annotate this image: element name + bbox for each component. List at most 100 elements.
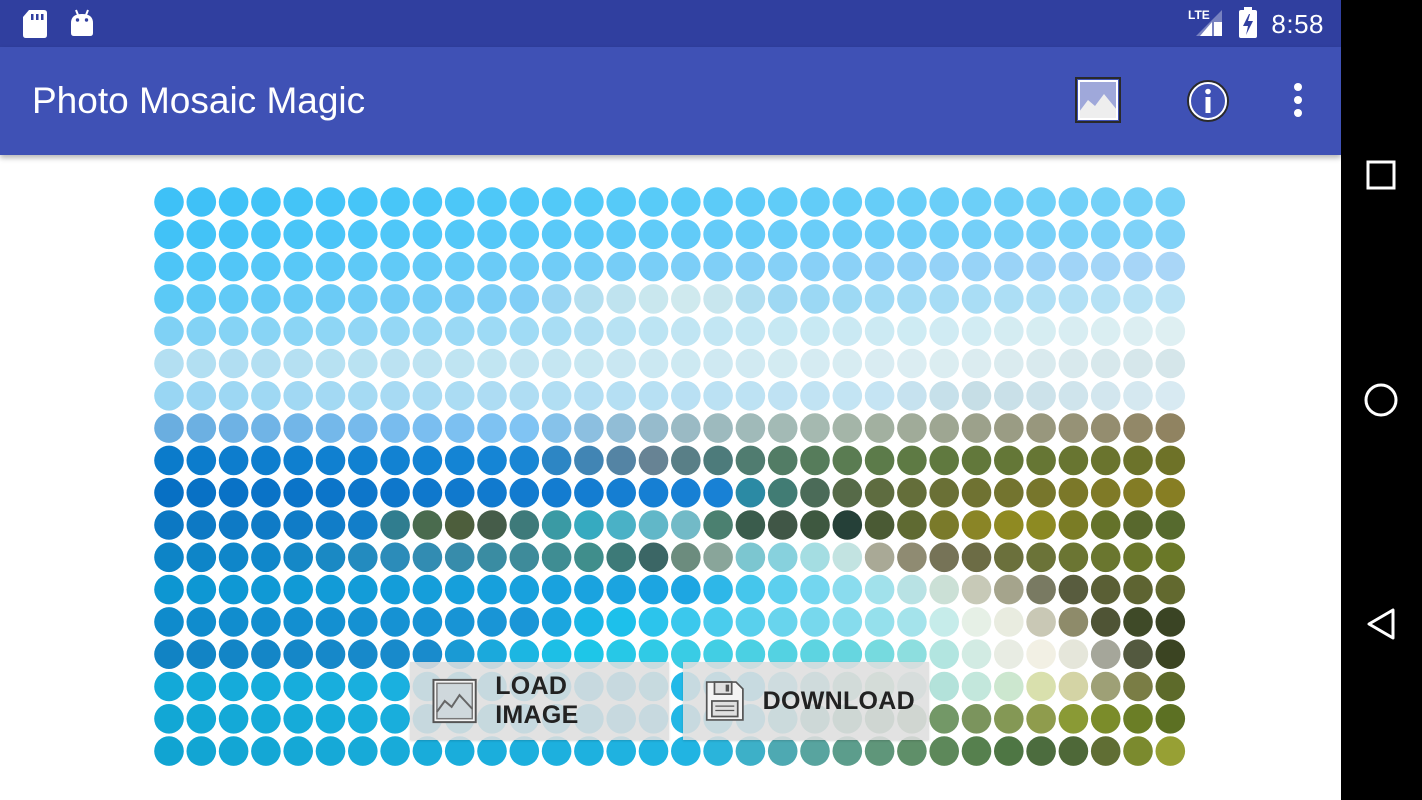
info-button[interactable] [1186,79,1230,128]
mosaic-tile [348,704,378,734]
mosaic-tile [444,381,475,411]
mosaic-tile [800,219,830,250]
mosaic-tile [541,316,572,346]
mosaic-tile [1155,413,1186,443]
mosaic-tile [735,542,766,573]
image-icon [432,678,477,724]
mosaic-tile [251,477,281,508]
mosaic-tile [735,348,766,379]
mosaic-tile [1026,574,1056,605]
download-button[interactable]: DOWNLOAD [683,662,929,740]
mosaic-tile [832,736,863,766]
mosaic-tile [574,510,604,540]
mosaic-tile [154,348,184,379]
mosaic-tile [1058,542,1089,573]
image-button[interactable] [1074,76,1122,129]
mosaic-tile [671,574,701,605]
mosaic-tile [671,284,701,314]
mosaic-tile [703,381,733,411]
mosaic-tile [671,187,701,217]
mosaic-tile [961,542,992,573]
mosaic-tile [218,736,249,766]
mosaic-tile [832,187,863,217]
mosaic-tile [735,284,766,314]
mosaic-tile [1090,477,1121,508]
mosaic-tile [961,187,992,217]
mosaic-tile [541,284,572,314]
mosaic-tile [1155,381,1186,411]
mosaic-tile [929,187,959,217]
mosaic-tile [638,542,669,573]
mosaic-tile [767,284,798,314]
mosaic-tile [186,704,217,734]
mosaic-tile [1123,348,1153,379]
mosaic-tile [218,187,249,217]
home-button[interactable] [1361,380,1401,425]
mosaic-tile [671,607,701,637]
mosaic-tile [444,187,475,217]
mosaic-tile [638,381,669,411]
mosaic-tile [154,671,184,702]
app-title: Photo Mosaic Magic [32,80,366,121]
mosaic-tile [767,187,798,217]
mosaic-tile [283,704,314,734]
mosaic-tile [154,639,184,669]
mosaic-tile [929,413,959,443]
mosaic-tile [735,187,766,217]
mosaic-tile [509,348,540,379]
mosaic-tile [574,187,604,217]
mosaic-tile [1058,251,1089,282]
mosaic-tile [315,510,346,540]
mosaic-tile [638,219,669,250]
mosaic-tile [251,607,281,637]
load-image-button[interactable]: LOAD IMAGE [410,662,669,740]
mosaic-tile [961,639,992,669]
mosaic-tile [961,413,992,443]
mosaic-tile [1026,316,1056,346]
mosaic-tile [315,639,346,669]
mosaic-tile [477,187,507,217]
recents-square-icon [1366,160,1396,190]
mosaic-tile [412,413,443,443]
mosaic-tile [897,381,927,411]
mosaic-tile [832,316,863,346]
mosaic-tile [186,348,217,379]
mosaic-tile [380,251,410,282]
mosaic-tile [218,445,249,476]
mosaic-tile [1090,671,1121,702]
mosaic-tile [897,607,927,637]
overflow-menu-button[interactable] [1286,81,1310,126]
mosaic-tile [1155,477,1186,508]
mosaic-tile [186,736,217,766]
mosaic-tile [477,574,507,605]
mosaic-tile [800,187,830,217]
mosaic-tile [606,736,636,766]
mosaic-tile [251,445,281,476]
mosaic-tile [380,477,410,508]
mosaic-tile [186,510,217,540]
mosaic-tile [1155,671,1186,702]
mosaic-tile [1090,704,1121,734]
mosaic-tile [994,704,1024,734]
mosaic-tile [671,477,701,508]
recents-button[interactable] [1361,155,1401,200]
mosaic-tile [1155,574,1186,605]
mosaic-tile [444,542,475,573]
mosaic-tile [864,219,895,250]
mosaic-tile [1090,413,1121,443]
mosaic-tile [864,574,895,605]
mosaic-tile [186,542,217,573]
mosaic-tile [638,348,669,379]
mosaic-tile [767,542,798,573]
mosaic-tile [897,542,927,573]
mosaic-tile [1090,187,1121,217]
mosaic-tile [1058,348,1089,379]
mosaic-tile [703,542,733,573]
mosaic-tile [412,445,443,476]
mosaic-tile [380,413,410,443]
back-button[interactable] [1361,604,1401,649]
mosaic-tile [509,736,540,766]
mosaic-tile [509,413,540,443]
mosaic-tile [929,671,959,702]
mosaic-tile [218,381,249,411]
